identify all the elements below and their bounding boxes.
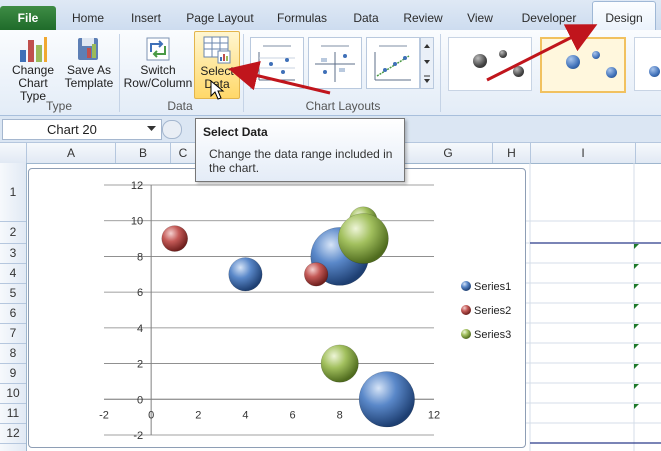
chart-style-1[interactable] bbox=[448, 37, 532, 91]
group-label-type: Type bbox=[45, 99, 72, 113]
ribbon-tab-bar: File Home Insert Page Layout Formulas Da… bbox=[0, 0, 661, 31]
x-tick-label: 2 bbox=[195, 409, 201, 421]
tab-insert[interactable]: Insert bbox=[124, 8, 168, 28]
select-all-corner[interactable] bbox=[0, 143, 27, 163]
layout-gallery-scroll[interactable] bbox=[420, 37, 434, 89]
select-data-tooltip: Select Data Change the data range includ… bbox=[195, 118, 405, 182]
bubble-series3[interactable] bbox=[337, 213, 389, 264]
row-header[interactable]: 1 bbox=[0, 163, 26, 222]
legend-label: Series1 bbox=[474, 281, 511, 293]
tab-data[interactable]: Data bbox=[346, 8, 386, 28]
bubble-series1[interactable] bbox=[358, 371, 415, 428]
bubble-series2[interactable] bbox=[161, 225, 188, 252]
switch-row-column-icon bbox=[146, 37, 170, 61]
save-as-template-icon bbox=[78, 38, 98, 60]
tab-view[interactable]: View bbox=[462, 8, 498, 28]
name-box-dropdown-icon[interactable] bbox=[147, 126, 156, 132]
column-header[interactable]: B bbox=[116, 143, 171, 163]
style-bubble bbox=[499, 50, 507, 58]
x-tick-label: 0 bbox=[148, 409, 154, 421]
y-tick-label: 8 bbox=[137, 251, 143, 263]
legend-label: Series3 bbox=[474, 329, 511, 341]
style-bubble bbox=[566, 55, 580, 69]
row-header[interactable]: 5 bbox=[0, 284, 26, 304]
group-separator bbox=[243, 34, 244, 112]
chart-style-2-selected[interactable] bbox=[540, 37, 626, 93]
tab-page-layout[interactable]: Page Layout bbox=[185, 8, 255, 28]
x-tick-label: 4 bbox=[242, 409, 248, 421]
legend-label: Series2 bbox=[474, 305, 511, 317]
switch-row-column-button[interactable]: Switch Row/Column bbox=[122, 34, 194, 96]
x-tick-label: -2 bbox=[99, 409, 109, 421]
formula-bar-splitter[interactable] bbox=[162, 120, 182, 139]
chart-layout-1[interactable] bbox=[250, 37, 304, 89]
chart-layout-2[interactable] bbox=[308, 37, 362, 89]
y-tick-label: 6 bbox=[137, 287, 143, 299]
select-data-icon bbox=[203, 36, 231, 64]
chart-plot: 121086420-2-2024681012 Series1Series2Ser… bbox=[99, 180, 511, 442]
layout-thumbnail bbox=[374, 45, 411, 81]
tab-review[interactable]: Review bbox=[401, 8, 445, 28]
chart-layout-3[interactable] bbox=[366, 37, 420, 89]
column-header[interactable]: C bbox=[171, 143, 196, 163]
x-tick-label: 12 bbox=[428, 409, 440, 421]
legend-marker bbox=[461, 281, 471, 291]
change-chart-type-button[interactable]: Change Chart Type bbox=[4, 34, 62, 103]
tooltip-title: Select Data bbox=[203, 125, 268, 139]
save-as-template-button[interactable]: Save As Template bbox=[64, 34, 114, 96]
x-tick-label: 8 bbox=[337, 409, 343, 421]
row-header[interactable]: 10 bbox=[0, 384, 26, 404]
row-header[interactable]: 9 bbox=[0, 364, 26, 384]
row-header[interactable]: 8 bbox=[0, 344, 26, 364]
y-tick-label: 10 bbox=[131, 216, 143, 228]
y-tick-label: 4 bbox=[137, 323, 143, 335]
tab-formulas[interactable]: Formulas bbox=[274, 8, 330, 28]
row-header[interactable]: 12 bbox=[0, 424, 26, 444]
bubble-series3[interactable] bbox=[320, 344, 359, 383]
change-chart-type-icon bbox=[20, 37, 47, 62]
style-bubble bbox=[592, 51, 600, 59]
group-label-chart-layouts: Chart Layouts bbox=[305, 99, 381, 113]
y-tick-label: 2 bbox=[137, 359, 143, 371]
row-header[interactable]: 4 bbox=[0, 264, 26, 284]
column-header[interactable]: G bbox=[404, 143, 493, 163]
group-label-data: Data bbox=[167, 99, 193, 113]
cell-grid bbox=[524, 163, 661, 451]
legend-marker bbox=[461, 305, 471, 315]
layout-thumbnail bbox=[258, 45, 295, 81]
layout-gallery-scroll-icon bbox=[424, 44, 430, 83]
name-box[interactable]: Chart 20 bbox=[2, 119, 162, 140]
y-tick-label: 12 bbox=[131, 180, 143, 192]
tab-home[interactable]: Home bbox=[66, 8, 110, 28]
style-bubble bbox=[513, 66, 524, 77]
chart-style-3[interactable] bbox=[634, 37, 661, 91]
legend-marker bbox=[461, 329, 471, 339]
row-header[interactable]: 6 bbox=[0, 304, 26, 324]
row-header[interactable]: 2 bbox=[0, 222, 26, 244]
style-bubble bbox=[649, 66, 660, 77]
style-bubble bbox=[606, 67, 617, 78]
tab-developer[interactable]: Developer bbox=[517, 8, 581, 28]
row-header[interactable]: 11 bbox=[0, 404, 26, 424]
tooltip-body: Change the data range included in the ch… bbox=[209, 147, 393, 175]
bubble-series2[interactable] bbox=[304, 262, 329, 287]
column-header[interactable]: H bbox=[493, 143, 531, 163]
style-bubble bbox=[473, 54, 487, 68]
tab-design[interactable]: Design bbox=[592, 1, 656, 31]
row-header[interactable]: 3 bbox=[0, 244, 26, 264]
bubble-chart[interactable]: 121086420-2-2024681012 Series1Series2Ser… bbox=[28, 168, 526, 448]
column-header[interactable]: A bbox=[27, 143, 116, 163]
tab-file[interactable]: File bbox=[0, 6, 56, 30]
y-tick-label: 0 bbox=[137, 394, 143, 406]
group-separator bbox=[440, 34, 441, 112]
column-header[interactable]: I bbox=[531, 143, 636, 163]
ribbon: Change Chart Type Save As Template Type … bbox=[0, 30, 661, 116]
bubble-series1[interactable] bbox=[228, 257, 263, 292]
row-header[interactable]: 7 bbox=[0, 324, 26, 344]
name-box-value: Chart 20 bbox=[47, 122, 97, 137]
row-header-bar: 1 2 3 4 5 6 7 8 9 10 11 12 bbox=[0, 163, 27, 451]
x-tick-label: 6 bbox=[290, 409, 296, 421]
y-tick-label: -2 bbox=[133, 430, 143, 442]
layout-thumbnail bbox=[315, 45, 355, 82]
